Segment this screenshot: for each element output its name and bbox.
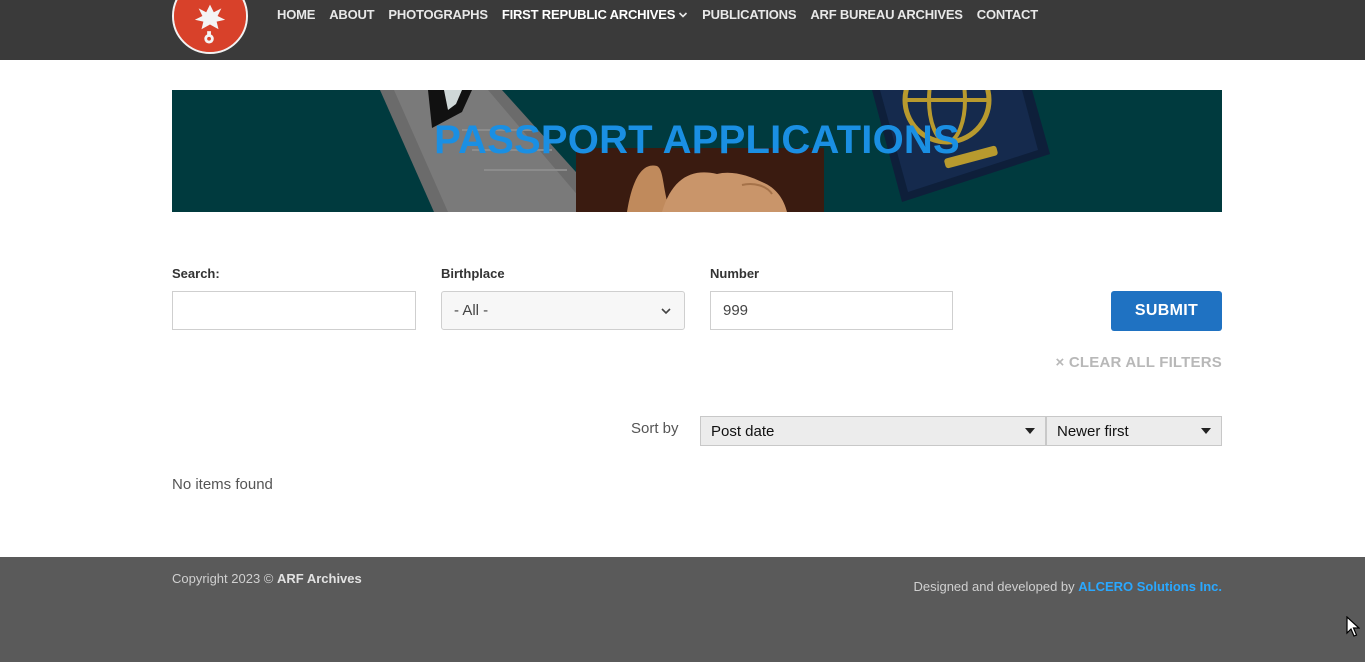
sort-order-value: Newer first [1057,422,1129,440]
birthplace-select-value: - All - [454,302,489,319]
empty-results-message: No items found [172,476,273,493]
sort-by-label: Sort by [631,420,679,437]
caret-down-icon [1201,428,1211,434]
copyright-prefix: Copyright 2023 © [172,571,277,586]
number-label: Number [710,266,760,281]
mouse-cursor-icon [1346,616,1360,637]
caret-down-icon [1025,428,1035,434]
nav-about[interactable]: ABOUT [329,7,374,23]
nav-photographs[interactable]: PHOTOGRAPHS [388,7,488,23]
nav-contact[interactable]: CONTACT [977,7,1038,23]
developer-link[interactable]: ALCERO Solutions Inc. [1078,579,1222,594]
birthplace-select[interactable]: - All - [441,291,685,330]
credits-text: Designed and developed by ALCERO Solutio… [913,579,1222,594]
search-input[interactable] [172,291,416,330]
clear-all-filters-link[interactable]: × CLEAR ALL FILTERS [1000,354,1222,371]
nav-arf-bureau-archives[interactable]: ARF BUREAU ARCHIVES [810,7,963,23]
site-footer: Copyright 2023 © ARF Archives Designed a… [0,557,1365,662]
sort-order-select[interactable]: Newer first [1046,416,1222,446]
credits-prefix: Designed and developed by [913,579,1079,594]
main-nav: HOME ABOUT PHOTOGRAPHS FIRST REPUBLIC AR… [277,7,1038,23]
logo-emblem-icon [174,0,246,52]
copyright-owner: ARF Archives [276,571,362,586]
sort-field-value: Post date [711,422,775,440]
birthplace-label: Birthplace [441,266,505,281]
copyright-text: Copyright 2023 © ARF Archives [172,571,362,586]
sort-field-select[interactable]: Post date [700,416,1046,446]
site-logo[interactable] [172,0,248,54]
nav-home[interactable]: HOME [277,7,315,23]
chevron-down-icon [678,10,688,20]
nav-first-republic-archives[interactable]: FIRST REPUBLIC ARCHIVES [502,7,688,23]
search-label: Search: [172,266,220,281]
chevron-down-icon [661,307,671,314]
submit-button[interactable]: SUBMIT [1111,291,1222,331]
nav-publications[interactable]: PUBLICATIONS [702,7,796,23]
number-input[interactable] [710,291,953,330]
page-banner: PASSPORT APPLICATIONS [172,90,1222,212]
nav-first-republic-archives-label: FIRST REPUBLIC ARCHIVES [501,7,676,22]
page-title: PASSPORT APPLICATIONS [434,118,960,162]
site-header: HOME ABOUT PHOTOGRAPHS FIRST REPUBLIC AR… [0,0,1365,60]
